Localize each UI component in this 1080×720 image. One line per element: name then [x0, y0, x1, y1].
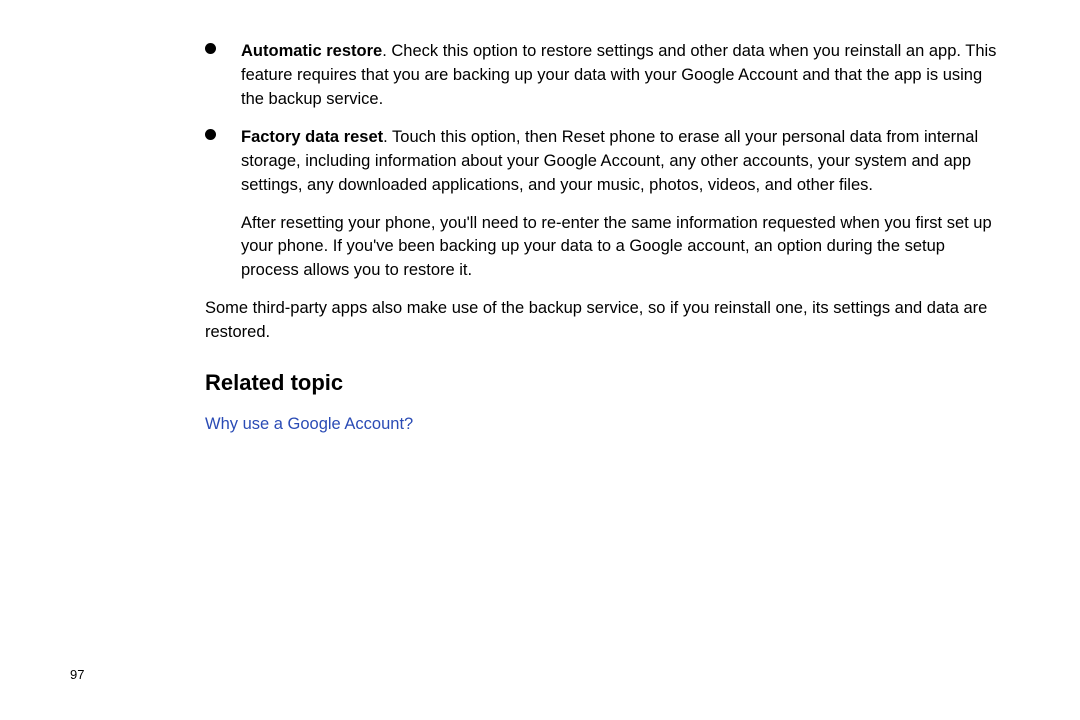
plain-paragraph: Some third-party apps also make use of t… [205, 297, 1005, 345]
continuation-paragraph: After resetting your phone, you'll need … [205, 212, 1005, 284]
page-number: 97 [70, 666, 84, 685]
bullet-automatic-restore: Automatic restore. Check this option to … [205, 40, 1005, 112]
bullet-icon [205, 43, 216, 54]
bullet-factory-reset: Factory data reset. Touch this option, t… [205, 126, 1005, 198]
page-content: Automatic restore. Check this option to … [70, 40, 1010, 437]
related-topic-link[interactable]: Why use a Google Account? [205, 415, 413, 433]
bullet-icon [205, 129, 216, 140]
bullet-title: Factory data reset [241, 128, 383, 146]
related-topic-heading: Related topic [205, 367, 1005, 399]
bullet-title: Automatic restore [241, 42, 382, 60]
